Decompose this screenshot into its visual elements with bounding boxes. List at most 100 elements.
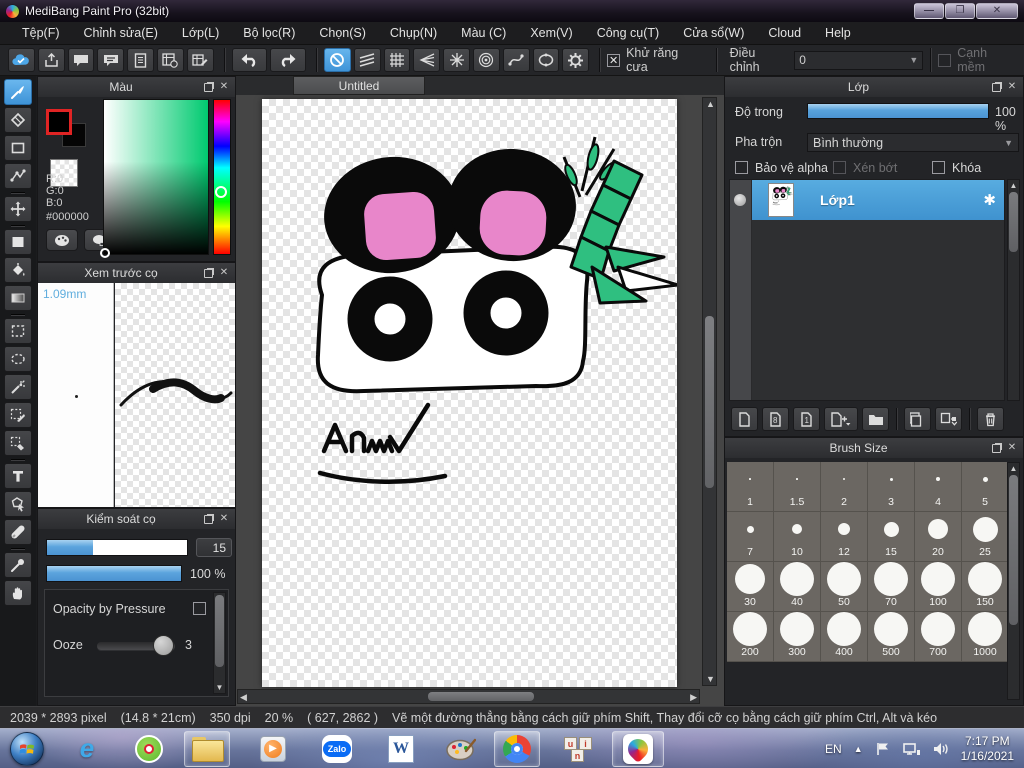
delete-layer-button[interactable] (977, 407, 1004, 431)
brush-size-cell[interactable]: 40 (774, 562, 821, 612)
snap-concentric-button[interactable] (473, 48, 500, 72)
adjust-dropdown[interactable]: 0 ▼ (794, 50, 924, 70)
volume-icon[interactable] (933, 742, 949, 756)
menu-item[interactable]: Bộ lọc(R) (231, 23, 307, 43)
palette-button[interactable] (46, 229, 78, 251)
options-scrollbar[interactable]: ▼ (213, 592, 226, 694)
taskbar-media-player[interactable]: ▶ (250, 731, 296, 767)
duplicate-layer-button[interactable] (904, 407, 931, 431)
menu-item[interactable]: Cloud (756, 23, 813, 43)
popout-icon[interactable] (992, 442, 1002, 453)
snap-parallel-button[interactable] (353, 48, 381, 72)
eraser-tool[interactable] (4, 107, 32, 133)
antialias-checkbox[interactable]: ✕ (607, 53, 621, 67)
brush-size-cell[interactable]: 100 (915, 562, 962, 612)
brush-size-cell[interactable]: 500 (868, 612, 915, 662)
snap-off-button[interactable] (324, 48, 351, 72)
clipping-checkbox[interactable] (833, 161, 846, 174)
publish-button[interactable] (37, 48, 65, 72)
layer-list-scrollbar[interactable]: ▲ (1007, 179, 1020, 401)
lock-checkbox[interactable] (932, 161, 945, 174)
magic-wand-tool[interactable] (4, 374, 32, 400)
network-icon[interactable] (902, 742, 921, 756)
popout-icon[interactable] (204, 81, 214, 92)
operation-tool[interactable] (4, 491, 32, 517)
close-icon[interactable]: ✕ (218, 513, 230, 525)
taskbar-explorer[interactable] (184, 730, 230, 767)
divide-tool[interactable] (4, 519, 32, 545)
brush-size-slider[interactable] (46, 539, 188, 556)
brush-size-cell[interactable]: 30 (727, 562, 774, 612)
restore-button[interactable]: ❐ (945, 3, 975, 19)
brush-size-cell[interactable]: 4 (915, 462, 962, 512)
taskbar-coccoc[interactable] (126, 731, 172, 767)
popout-icon[interactable] (204, 513, 214, 524)
brush-size-cell[interactable]: 70 (868, 562, 915, 612)
material-panel-button[interactable] (156, 48, 184, 72)
horizontal-scroll-thumb[interactable] (428, 692, 534, 701)
taskbar-chrome[interactable] (494, 730, 540, 767)
new-folder-button[interactable] (862, 407, 889, 431)
close-button[interactable]: ✕ (976, 3, 1018, 19)
taskbar-unikey[interactable]: uin (556, 731, 602, 767)
brush-size-cell[interactable]: 20 (915, 512, 962, 562)
canvas[interactable] (262, 99, 680, 687)
new-layer-button[interactable] (731, 407, 758, 431)
hue-selector[interactable] (215, 186, 227, 198)
menu-item[interactable]: Chọn(S) (307, 23, 378, 43)
foreground-color-swatch[interactable] (46, 109, 72, 135)
brush-size-cell[interactable]: 7 (727, 512, 774, 562)
menu-item[interactable]: Xem(V) (518, 23, 584, 43)
brush-size-cell[interactable]: 1000 (962, 612, 1009, 662)
canvas-horizontal-scrollbar[interactable]: ◀ ▶ (237, 689, 700, 704)
brush-size-cell[interactable]: 700 (915, 612, 962, 662)
vertical-scroll-thumb[interactable] (705, 316, 714, 488)
snap-radial-button[interactable] (443, 48, 470, 72)
lasso-tool[interactable] (4, 346, 32, 372)
undo-button[interactable] (231, 48, 268, 72)
brush-tool[interactable] (4, 79, 32, 105)
taskbar-word[interactable]: W (378, 731, 424, 767)
brush-opacity-slider[interactable] (46, 565, 182, 582)
gradient-tool[interactable] (4, 285, 32, 311)
scroll-up-icon[interactable]: ▲ (706, 99, 715, 109)
scroll-down-icon[interactable]: ▼ (706, 674, 715, 684)
scroll-down-icon[interactable]: ▼ (214, 683, 225, 692)
popout-icon[interactable] (992, 81, 1002, 92)
chat-button[interactable] (97, 48, 125, 72)
select-eraser-tool[interactable] (4, 430, 32, 456)
scroll-up-icon[interactable]: ▲ (1008, 464, 1019, 473)
hand-tool[interactable] (4, 580, 32, 606)
document-tab[interactable]: Untitled (293, 76, 425, 95)
layer-row[interactable]: Lớp1 ✱ (752, 180, 1004, 220)
eyedropper-tool[interactable] (4, 552, 32, 578)
ooze-slider[interactable] (97, 635, 175, 656)
saturation-value-picker[interactable] (100, 99, 209, 258)
language-indicator[interactable]: EN (825, 742, 842, 756)
fill-shape-tool[interactable] (4, 229, 32, 255)
close-icon[interactable]: ✕ (1006, 81, 1018, 93)
brush-size-scrollbar[interactable]: ▲ (1007, 462, 1020, 700)
menu-item[interactable]: Cửa sổ(W) (671, 23, 756, 43)
add-layer-menu-button[interactable] (824, 407, 858, 431)
action-center-flag-icon[interactable] (875, 742, 891, 756)
start-button[interactable] (4, 731, 50, 767)
cloud-sync-button[interactable] (8, 48, 35, 72)
pressure-checkbox[interactable] (193, 602, 206, 615)
brush-size-cell[interactable]: 15 (868, 512, 915, 562)
popout-icon[interactable] (204, 267, 214, 278)
scroll-left-icon[interactable]: ◀ (240, 692, 247, 703)
snap-vanishing-button[interactable] (413, 48, 441, 72)
brush-size-cell[interactable]: 2 (821, 462, 868, 512)
brush-size-cell[interactable]: 300 (774, 612, 821, 662)
snap-settings-button[interactable] (562, 48, 590, 72)
brush-size-cell[interactable]: 400 (821, 612, 868, 662)
snap-grid-button[interactable] (383, 48, 411, 72)
layer-gear-icon[interactable]: ✱ (983, 191, 996, 209)
tray-expand-icon[interactable]: ▲ (854, 744, 863, 754)
taskbar-internet-explorer[interactable]: e (64, 731, 110, 767)
close-icon[interactable]: ✕ (1006, 442, 1018, 454)
brush-size-cell[interactable]: 150 (962, 562, 1009, 612)
minimize-button[interactable]: — (914, 3, 944, 19)
control-point-tool[interactable] (4, 163, 32, 189)
